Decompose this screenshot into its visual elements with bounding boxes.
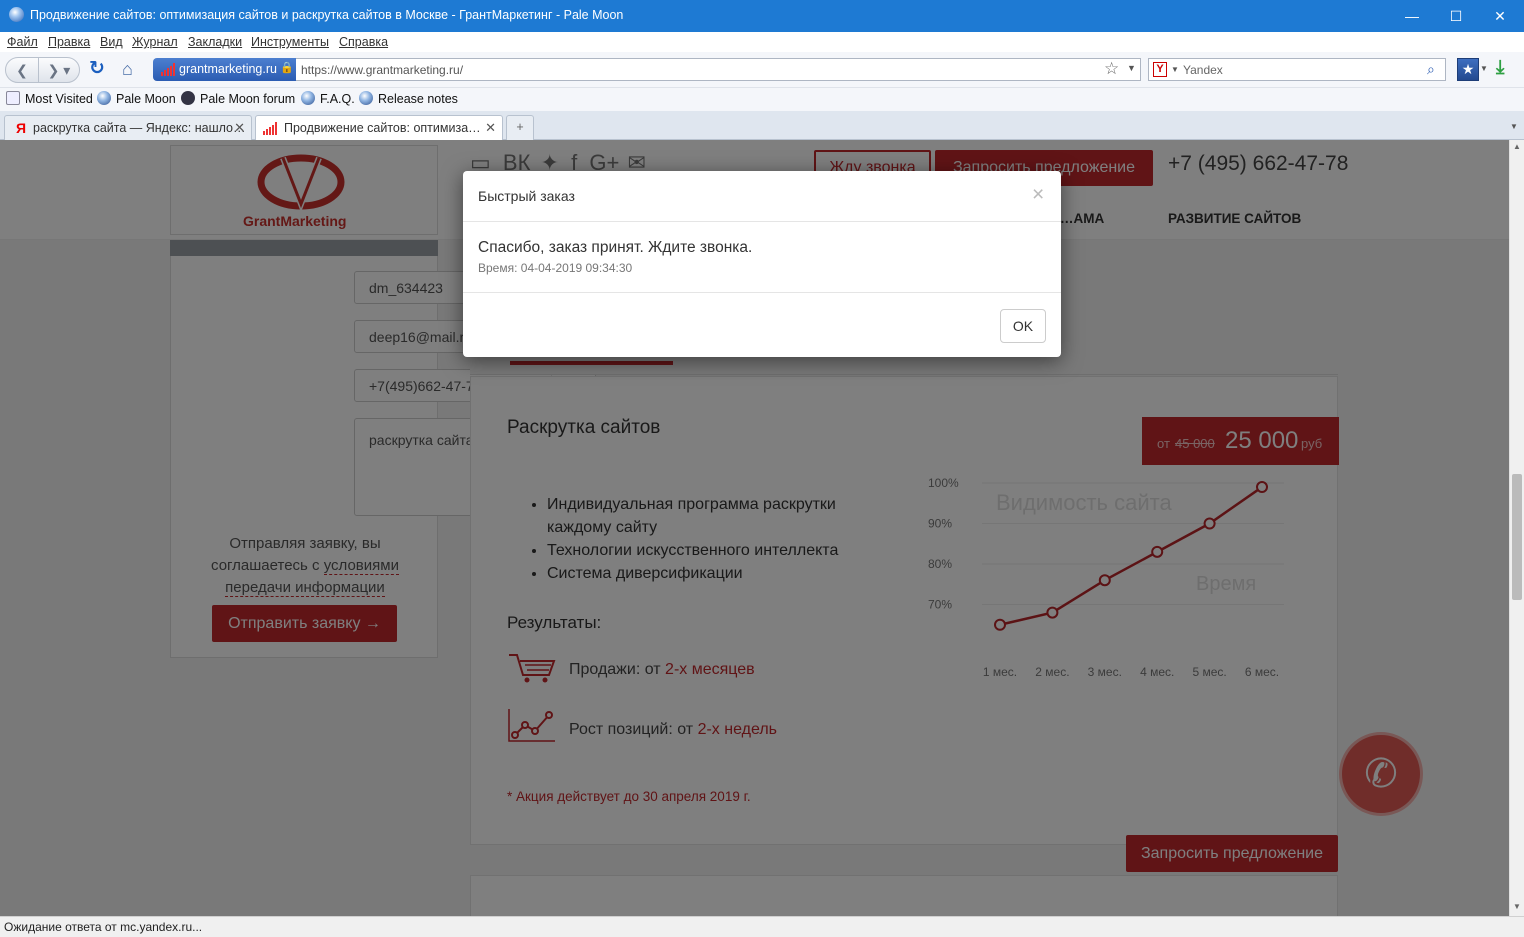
quick-order-modal: Быстрый заказ × Спасибо, заказ принят. Ж… xyxy=(463,171,1061,357)
download-icon[interactable]: ⤓ xyxy=(1496,57,1504,79)
menu-history[interactable]: Журнал xyxy=(132,35,178,49)
modal-message: Спасибо, заказ принят. Ждите звонка. xyxy=(478,239,753,256)
url-bar[interactable]: https://www.grantmarketing.ru/ ☆ ▼ xyxy=(296,58,1141,81)
tab-bar: Я раскрутка сайта — Яндекс: нашло… ✕ Про… xyxy=(0,111,1524,141)
reload-button[interactable]: ↻ xyxy=(89,59,109,79)
modal-header: Быстрый заказ × xyxy=(463,171,1061,222)
arrow-left-icon: ❮ xyxy=(16,62,28,78)
tab-yandex-search[interactable]: Я раскрутка сайта — Яндекс: нашло… ✕ xyxy=(4,115,252,140)
folder-icon xyxy=(6,91,20,105)
identity-domain: grantmarketing.ru xyxy=(179,62,277,76)
tab-grantmarketing[interactable]: Продвижение сайтов: оптимиза… ✕ xyxy=(255,115,503,141)
star-icon: ★ xyxy=(1461,61,1475,77)
search-bar[interactable]: Y ▼ Yandex ⌕ xyxy=(1148,58,1446,81)
reload-icon: ↻ xyxy=(89,58,105,79)
arrow-right-icon: ❯ ▾ xyxy=(47,62,71,78)
site-favicon-icon xyxy=(161,63,175,76)
home-button[interactable]: ⌂ xyxy=(122,59,144,79)
status-text: Ожидание ответа от mc.yandex.ru... xyxy=(4,920,203,934)
site-favicon-icon xyxy=(263,122,277,135)
list-all-tabs-button[interactable]: ▼ xyxy=(1507,117,1521,137)
site-identity-button[interactable]: grantmarketing.ru 🔒 xyxy=(153,58,296,81)
modal-ok-button[interactable]: OK xyxy=(1000,309,1046,343)
palemoon-icon xyxy=(301,91,315,105)
close-tab-icon[interactable]: ✕ xyxy=(485,120,496,136)
palemoon-icon xyxy=(97,91,111,105)
close-tab-icon[interactable]: ✕ xyxy=(234,120,245,136)
close-window-button[interactable]: ✕ xyxy=(1478,0,1522,32)
scroll-down-icon[interactable]: ▼ xyxy=(1510,902,1524,911)
menu-file[interactable]: Файл xyxy=(7,35,38,49)
search-placeholder: Yandex xyxy=(1183,63,1223,77)
forward-button[interactable]: ❯ ▾ xyxy=(38,57,80,83)
menu-view[interactable]: Вид xyxy=(100,35,123,49)
new-tab-button[interactable]: + xyxy=(506,115,534,140)
palemoon-icon xyxy=(359,91,373,105)
forum-icon xyxy=(181,91,195,105)
bookmark-most-visited[interactable]: Most Visited xyxy=(6,91,93,106)
menu-help[interactable]: Справка xyxy=(339,35,388,49)
window-title: Продвижение сайтов: оптимизация сайтов и… xyxy=(30,8,624,22)
yandex-icon[interactable]: Y xyxy=(1153,62,1167,77)
menu-tools[interactable]: Инструменты xyxy=(251,35,329,49)
search-icon[interactable]: ⌕ xyxy=(1427,61,1435,78)
engine-dropdown-icon[interactable]: ▼ xyxy=(1171,65,1179,74)
minimize-button[interactable]: — xyxy=(1390,0,1434,32)
url-dropdown-icon[interactable]: ▼ xyxy=(1127,63,1136,73)
plus-icon: + xyxy=(516,120,524,134)
lock-icon: 🔒 xyxy=(280,62,294,74)
bookmarks-toolbar: Most Visited Pale Moon Pale Moon forum F… xyxy=(0,88,1524,111)
modal-footer: OK xyxy=(463,292,1061,357)
scroll-up-icon[interactable]: ▲ xyxy=(1510,142,1524,151)
status-bar: Ожидание ответа от mc.yandex.ru... xyxy=(0,916,1524,937)
bookmarks-dropdown-icon[interactable]: ▼ xyxy=(1480,64,1488,73)
menu-bar: Файл Правка Вид Журнал Закладки Инструме… xyxy=(0,32,1524,52)
bookmark-release-notes[interactable]: Release notes xyxy=(359,91,458,106)
scrollbar-thumb[interactable] xyxy=(1512,474,1522,600)
window-titlebar: Продвижение сайтов: оптимизация сайтов и… xyxy=(0,0,1524,32)
palemoon-icon xyxy=(9,7,24,22)
url-text: https://www.grantmarketing.ru/ xyxy=(301,63,464,77)
modal-title: Быстрый заказ xyxy=(478,188,575,204)
bookmark-pale-moon[interactable]: Pale Moon xyxy=(97,91,176,106)
menu-edit[interactable]: Правка xyxy=(48,35,90,49)
chevron-down-icon: ▼ xyxy=(1510,122,1518,131)
modal-close-icon[interactable]: × xyxy=(1032,183,1044,207)
bookmark-star-icon[interactable]: ☆ xyxy=(1104,59,1119,79)
maximize-button[interactable]: ☐ xyxy=(1434,0,1478,32)
modal-timestamp: Время: 04-04-2019 09:34:30 xyxy=(478,261,633,275)
bookmark-faq[interactable]: F.A.Q. xyxy=(301,91,355,106)
page-scrollbar[interactable]: ▲ ▼ xyxy=(1509,140,1524,916)
menu-bookmarks[interactable]: Закладки xyxy=(188,35,242,49)
home-icon: ⌂ xyxy=(122,59,133,79)
yandex-favicon-icon: Я xyxy=(16,120,27,136)
back-button[interactable]: ❮ xyxy=(5,57,39,83)
bookmarks-star-button[interactable]: ★ xyxy=(1457,58,1479,81)
bookmark-pale-moon-forum[interactable]: Pale Moon forum xyxy=(181,91,295,106)
